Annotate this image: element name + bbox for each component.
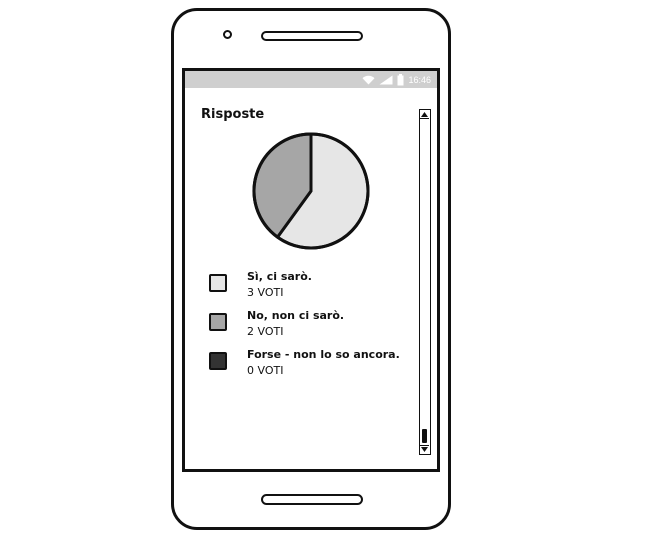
legend-votes-yes: 3 VOTI	[247, 286, 284, 299]
legend-label-no: No, non ci sarò.	[247, 309, 345, 322]
legend-item-no: No, non ci sarò. 2 VOTI	[209, 309, 419, 343]
pie-chart	[252, 132, 370, 250]
legend-label-yes: Sì, ci sarò.	[247, 270, 312, 283]
page-title: Risposte	[201, 107, 265, 122]
signal-icon	[379, 75, 393, 84]
camera-icon	[223, 30, 232, 39]
legend-votes-no: 2 VOTI	[247, 325, 284, 338]
battery-icon	[397, 73, 404, 85]
legend-label-maybe: Forse - non lo so ancora.	[247, 348, 400, 361]
scrollbar[interactable]	[419, 109, 431, 455]
home-button[interactable]	[261, 494, 363, 505]
wifi-icon	[362, 75, 375, 84]
scroll-down-icon[interactable]	[420, 445, 429, 454]
legend-votes-maybe: 0 VOTI	[247, 364, 284, 377]
legend-item-yes: Sì, ci sarò. 3 VOTI	[209, 270, 419, 304]
legend-swatch-no	[209, 313, 227, 331]
speaker-grille	[261, 31, 363, 41]
status-bar: 16:46	[185, 71, 437, 88]
status-icons: 16:46	[362, 73, 431, 86]
legend-item-maybe: Forse - non lo so ancora. 0 VOTI	[209, 348, 419, 382]
legend-swatch-maybe	[209, 352, 227, 370]
scroll-thumb[interactable]	[422, 429, 427, 443]
status-time: 16:46	[408, 74, 431, 85]
legend-swatch-yes	[209, 274, 227, 292]
phone-screen: 16:46 Risposte Sì, ci sarò. 3 VOTI No, n…	[182, 68, 440, 472]
scroll-up-icon[interactable]	[420, 110, 429, 119]
